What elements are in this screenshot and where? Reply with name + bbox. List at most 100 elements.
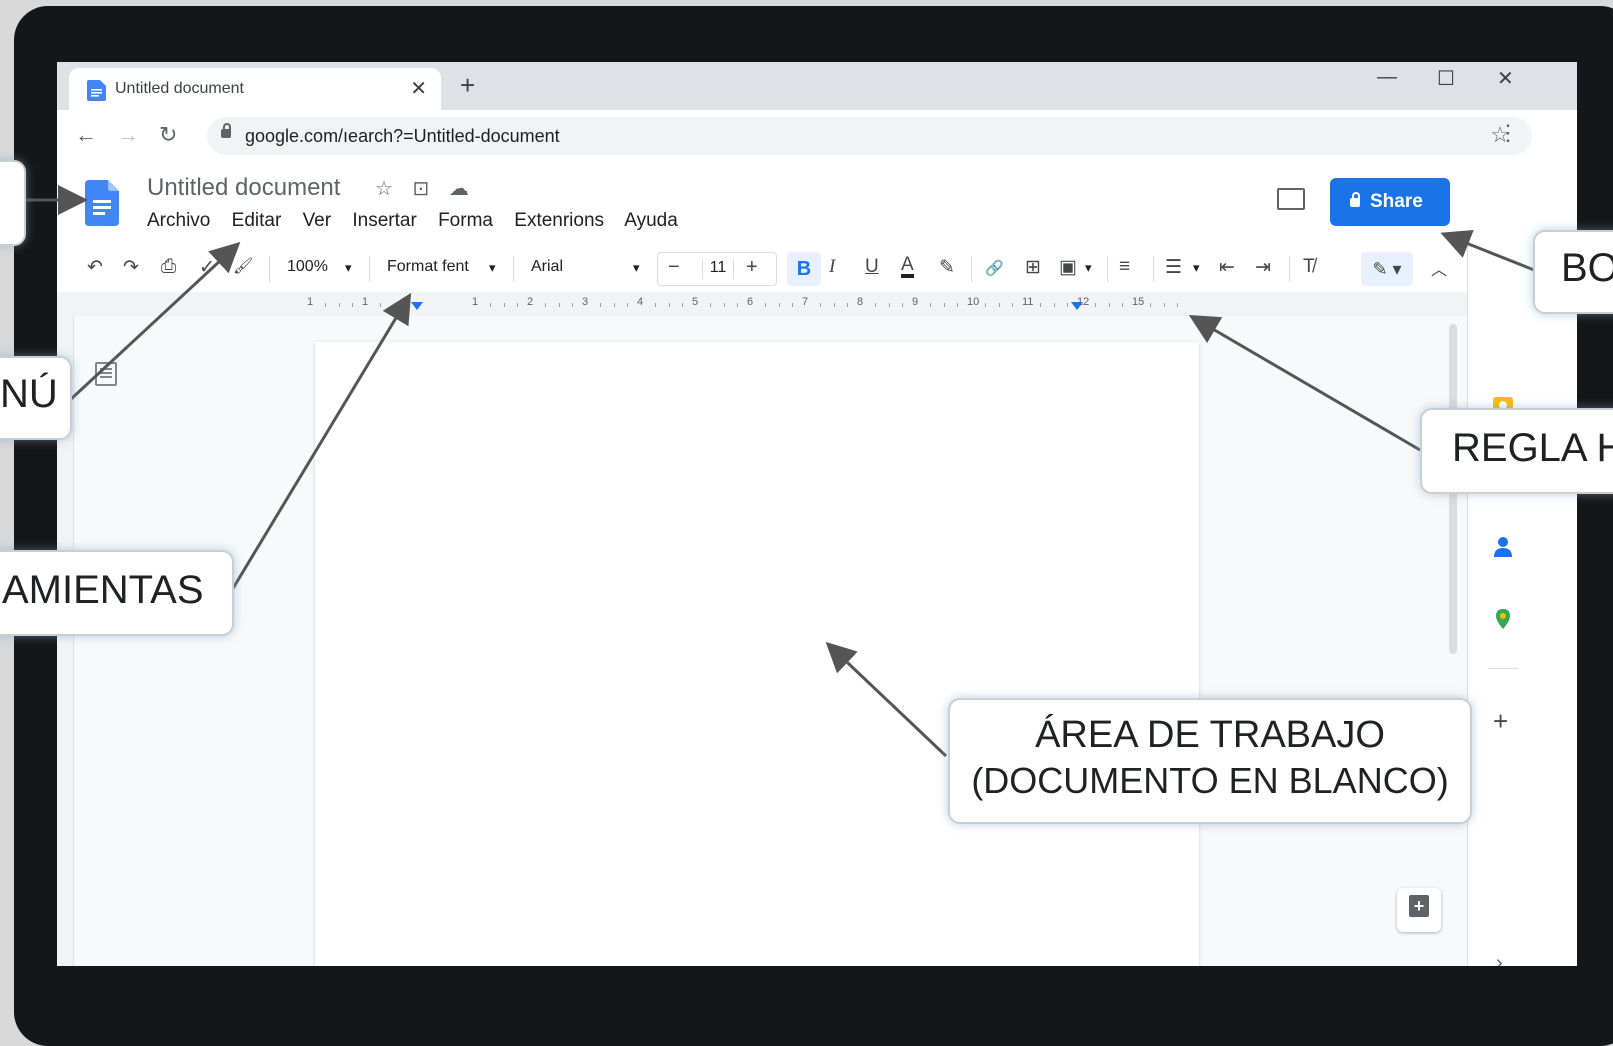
contacts-icon[interactable] bbox=[1492, 536, 1514, 558]
collapse-toolbar-icon[interactable]: ︿ bbox=[1431, 256, 1447, 280]
horizontal-ruler[interactable]: 1 1 1 2 3 4 5 6 7 8 9 10 11 12 15 bbox=[57, 292, 1467, 317]
clear-formatting-icon[interactable]: T̸ bbox=[1303, 256, 1315, 278]
ruler-tick bbox=[957, 303, 959, 307]
tab-close-icon[interactable]: ✕ bbox=[410, 76, 427, 101]
font-dropdown-icon[interactable]: ▾ bbox=[633, 260, 640, 276]
insert-image-icon[interactable]: ▣ bbox=[1059, 256, 1077, 279]
align-left-icon[interactable]: ≡ bbox=[1119, 256, 1130, 278]
menu-ayuda[interactable]: Ayuda bbox=[624, 210, 678, 231]
zoom-select[interactable]: 100% bbox=[287, 258, 328, 276]
ruler-number: 1 bbox=[362, 296, 369, 308]
increase-indent-icon[interactable]: ⇥ bbox=[1255, 256, 1271, 279]
font-size-increase-button[interactable]: + bbox=[746, 256, 758, 279]
ruler-tick bbox=[737, 303, 739, 307]
image-dropdown-icon[interactable]: ▾ bbox=[1085, 260, 1092, 276]
undo-icon[interactable]: ↶ bbox=[87, 256, 103, 279]
menu-forma[interactable]: Forma bbox=[438, 210, 493, 231]
url-text[interactable]: google.com/ıearch?=Untitled-document bbox=[245, 126, 560, 147]
ruler-tick bbox=[654, 303, 656, 307]
get-addons-icon[interactable]: + bbox=[1493, 706, 1508, 737]
ruler-tick bbox=[407, 303, 409, 307]
right-indent-marker[interactable] bbox=[1071, 302, 1083, 310]
menu-editar[interactable]: Editar bbox=[232, 210, 282, 231]
ruler-number: 1 bbox=[307, 296, 314, 308]
italic-button[interactable]: I bbox=[829, 256, 835, 278]
link-icon[interactable]: 🔗 bbox=[985, 259, 1004, 277]
menu-archivo[interactable]: Archivo bbox=[147, 210, 210, 231]
ruler-tick bbox=[723, 303, 725, 307]
ruler-tick bbox=[352, 303, 354, 307]
close-window-icon[interactable]: ✕ bbox=[1497, 66, 1514, 91]
underline-button[interactable]: U bbox=[865, 256, 879, 278]
reload-icon[interactable]: ↻ bbox=[159, 122, 177, 148]
toolbar-divider bbox=[369, 256, 370, 282]
spellcheck-icon[interactable]: ✓ bbox=[199, 256, 215, 279]
font-select[interactable]: Arial bbox=[531, 258, 563, 276]
star-icon[interactable]: ☆ bbox=[375, 178, 393, 200]
decrease-indent-icon[interactable]: ⇤ bbox=[1219, 256, 1235, 279]
ruler-number: 9 bbox=[912, 296, 919, 308]
callout-menu: NÚ bbox=[0, 356, 72, 440]
maximize-icon[interactable]: ☐ bbox=[1437, 66, 1455, 91]
move-folder-icon[interactable]: ⊡ bbox=[413, 178, 430, 200]
title-icons: ☆ ⊡ ☁ bbox=[375, 176, 483, 201]
ruler-number: 5 bbox=[692, 296, 699, 308]
ruler-number: 8 bbox=[857, 296, 864, 308]
address-bar-row: ← → ↻ google.com/ıearch?=Untitled-docume… bbox=[57, 110, 1577, 163]
new-tab-icon[interactable]: + bbox=[460, 70, 475, 101]
ruler-tick bbox=[682, 303, 684, 307]
document-title[interactable]: Untitled document bbox=[147, 174, 340, 202]
callout-menu-text: NÚ bbox=[0, 372, 58, 416]
left-indent-marker[interactable] bbox=[411, 302, 423, 310]
forward-icon[interactable]: → bbox=[117, 122, 139, 148]
toolbar: ↶ ↷ ⎙ ✓ 🖌 100% ▾ Format fent ▾ Arial ▾ −… bbox=[57, 246, 1467, 292]
toolbar-divider bbox=[269, 256, 270, 282]
comments-icon[interactable] bbox=[1277, 188, 1305, 210]
print-icon[interactable]: ⎙ bbox=[161, 256, 176, 278]
menu-insertar[interactable]: Insertar bbox=[352, 210, 416, 231]
menu-extensiones[interactable]: Extenrions bbox=[514, 210, 604, 231]
bulleted-list-icon[interactable]: ☰ bbox=[1165, 256, 1182, 279]
ruler-number: 2 bbox=[527, 296, 534, 308]
menu-ver[interactable]: Ver bbox=[303, 210, 332, 231]
ruler-scale: 1 1 1 2 3 4 5 6 7 8 9 10 11 12 15 bbox=[307, 296, 1207, 312]
ruler-tick bbox=[599, 303, 601, 307]
minimize-icon[interactable]: — bbox=[1377, 66, 1397, 89]
font-size-decrease-button[interactable]: − bbox=[668, 256, 680, 279]
ruler-tick bbox=[792, 303, 794, 307]
paint-format-icon[interactable]: 🖌 bbox=[233, 256, 253, 276]
style-select[interactable]: Format fent bbox=[387, 258, 469, 276]
toolbar-divider bbox=[971, 256, 972, 282]
omnibox[interactable]: google.com/ıearch?=Untitled-document ☆ bbox=[207, 117, 1532, 155]
expand-panel-chevron-icon[interactable]: › bbox=[1496, 952, 1503, 966]
add-comment-icon[interactable]: ⊞ bbox=[1025, 256, 1041, 279]
bullets-dropdown-icon[interactable]: ▾ bbox=[1193, 260, 1200, 276]
text-color-button[interactable]: A bbox=[901, 255, 914, 278]
back-icon[interactable]: ← bbox=[75, 122, 97, 148]
browser-menu-icon[interactable]: ⋮ bbox=[1497, 120, 1519, 146]
ruler-tick bbox=[929, 303, 931, 307]
ruler-number: 4 bbox=[637, 296, 644, 308]
redo-icon[interactable]: ↷ bbox=[123, 256, 139, 279]
ruler-tick bbox=[764, 303, 766, 307]
zoom-dropdown-icon[interactable]: ▾ bbox=[345, 260, 352, 276]
ruler-tick bbox=[324, 303, 326, 307]
profile-avatar[interactable] bbox=[1449, 120, 1479, 150]
highlight-icon[interactable]: ✎ bbox=[939, 256, 955, 279]
font-size-input[interactable]: 11 bbox=[702, 259, 734, 279]
ruler-tick bbox=[668, 303, 670, 307]
explore-icon[interactable] bbox=[1397, 888, 1441, 932]
ruler-number: 6 bbox=[747, 296, 754, 308]
bold-button[interactable]: B bbox=[787, 252, 821, 286]
share-button[interactable]: Share bbox=[1330, 178, 1450, 226]
ruler-tick bbox=[819, 303, 821, 307]
editing-mode-button[interactable]: ✎ ▾ bbox=[1361, 252, 1413, 286]
ruler-tick bbox=[489, 303, 491, 307]
maps-icon[interactable] bbox=[1492, 608, 1514, 630]
cloud-status-icon[interactable]: ☁ bbox=[449, 178, 469, 200]
document-page[interactable] bbox=[315, 342, 1199, 966]
style-dropdown-icon[interactable]: ▾ bbox=[489, 260, 496, 276]
docs-logo-icon[interactable] bbox=[85, 180, 119, 226]
browser-tab[interactable]: Untitled document ✕ bbox=[69, 68, 441, 110]
document-outline-icon[interactable] bbox=[95, 362, 117, 386]
